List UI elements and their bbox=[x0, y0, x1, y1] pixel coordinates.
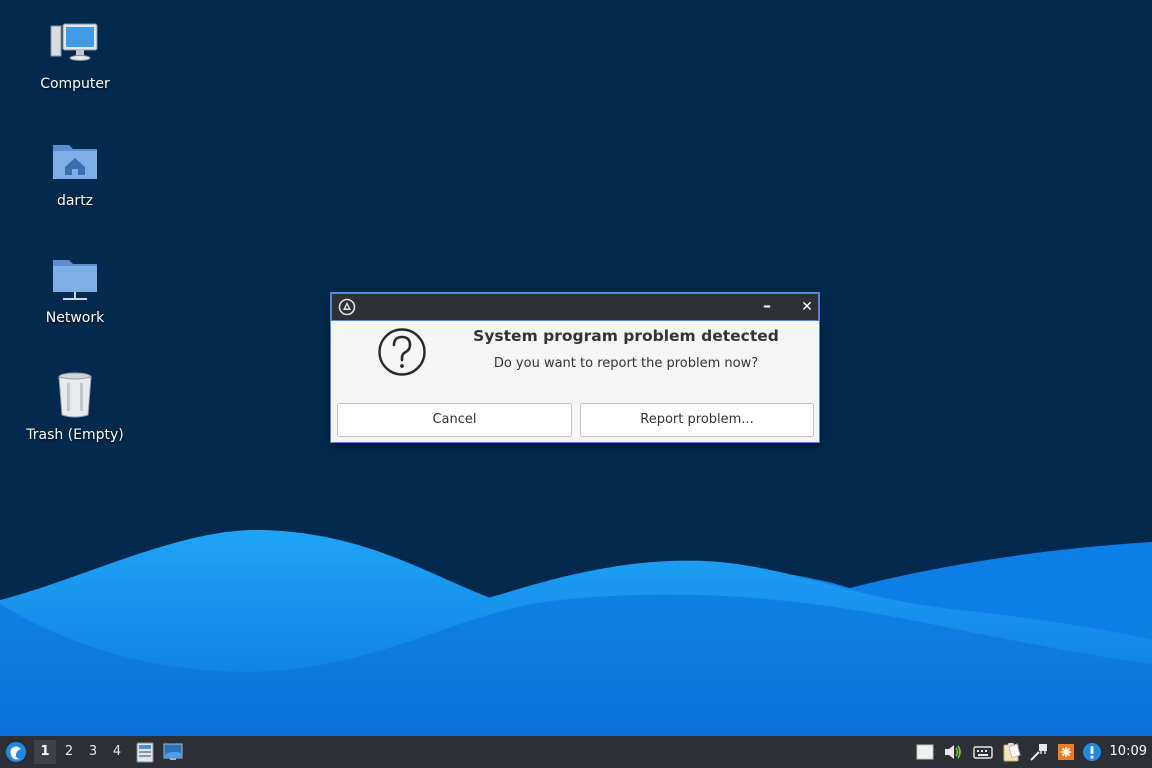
desktop-icon-computer[interactable]: Computer bbox=[15, 20, 135, 92]
close-button[interactable]: ✕ bbox=[796, 296, 818, 318]
dialog-message: Do you want to report the problem now? bbox=[493, 356, 759, 371]
home-folder-icon bbox=[53, 145, 97, 179]
desktop-icon-label: Network bbox=[45, 310, 105, 326]
update-icon[interactable] bbox=[1055, 741, 1077, 763]
app-crash-icon bbox=[338, 298, 356, 316]
clock[interactable]: 10:09 bbox=[1110, 736, 1147, 768]
show-desktop-icon[interactable] bbox=[162, 741, 184, 763]
workspace-1[interactable]: 1 bbox=[34, 740, 56, 764]
desktop-icon-label: Trash (Empty) bbox=[26, 427, 124, 443]
desktop-icon-label: Computer bbox=[40, 76, 110, 92]
minimize-button[interactable]: – bbox=[756, 296, 778, 318]
question-icon bbox=[378, 328, 426, 376]
desktop-icon-label: dartz bbox=[56, 193, 94, 209]
workspace-3[interactable]: 3 bbox=[82, 740, 104, 764]
clipboard-icon[interactable] bbox=[1000, 741, 1022, 763]
desktop-icon-trash[interactable]: Trash (Empty) bbox=[15, 371, 135, 443]
workspace-4[interactable]: 4 bbox=[106, 740, 128, 764]
problem-report-dialog: – ✕ System program problem detected Do y… bbox=[330, 292, 820, 443]
network-folder-icon bbox=[53, 260, 97, 300]
volume-icon[interactable] bbox=[942, 741, 964, 763]
file-manager-icon[interactable] bbox=[134, 741, 156, 763]
report-problem-button[interactable]: Report problem... bbox=[580, 403, 814, 437]
trash-icon bbox=[58, 372, 92, 418]
keyboard-icon[interactable] bbox=[972, 741, 994, 763]
alert-icon[interactable] bbox=[1081, 741, 1103, 763]
cancel-button[interactable]: Cancel bbox=[337, 403, 572, 437]
network-icon[interactable] bbox=[1028, 741, 1050, 763]
desktop-icon-home[interactable]: dartz bbox=[15, 137, 135, 209]
workspace-2[interactable]: 2 bbox=[58, 740, 80, 764]
notes-icon[interactable] bbox=[914, 741, 936, 763]
desktop-icon-network[interactable]: Network bbox=[15, 254, 135, 326]
start-menu-icon[interactable] bbox=[4, 740, 28, 764]
dialog-headline: System program problem detected bbox=[473, 327, 779, 345]
taskbar: 1 2 3 4 10:09 bbox=[0, 736, 1152, 768]
computer-icon bbox=[50, 23, 98, 61]
dialog-titlebar[interactable]: – ✕ bbox=[331, 293, 819, 321]
